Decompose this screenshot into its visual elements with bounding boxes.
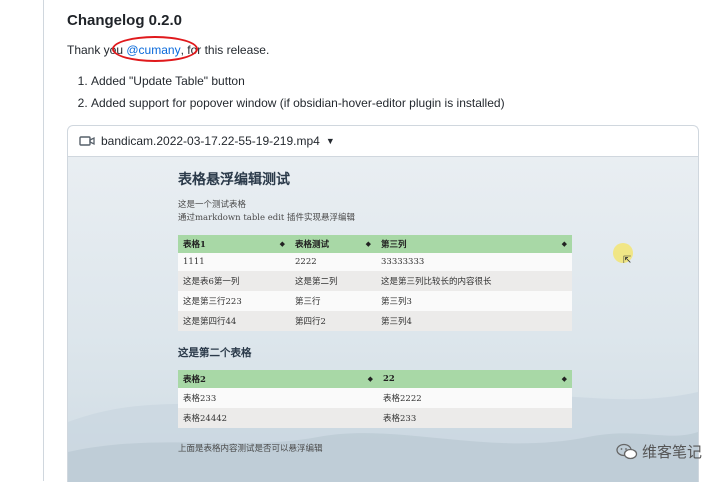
video-player[interactable]: 表格悬浮编辑测试 这是一个测试表格 通过markdown table edit … xyxy=(68,157,698,482)
table-row: 这是第三行223 第三行 第三列3 xyxy=(178,291,572,311)
table-cell[interactable]: 表格233 xyxy=(178,388,378,408)
list-item: Added support for popover window (if obs… xyxy=(91,92,505,114)
note-document: 表格悬浮编辑测试 这是一个测试表格 通过markdown table edit … xyxy=(178,169,578,454)
table-row: 表格24442 表格233 xyxy=(178,408,572,428)
release-title: Changelog 0.2.0 xyxy=(67,12,183,29)
timeline-rule xyxy=(43,0,44,481)
table-header[interactable]: 表格测试 ◆ xyxy=(290,235,376,253)
thanks-line: Thank you @cumany, for this release. xyxy=(67,36,269,62)
table-cell[interactable]: 第三列3 xyxy=(376,291,572,311)
table-row: 这是第四行44 第四行2 第三列4 xyxy=(178,311,572,331)
watermark-text: 维客笔记 xyxy=(641,443,702,461)
table-cell[interactable]: 这是第三列比较长的内容很长 xyxy=(376,271,572,291)
video-filename: bandicam.2022-03-17.22-55-19-219.mp4 xyxy=(101,134,320,148)
table-cell[interactable]: 这是第二列 xyxy=(290,271,376,291)
doc-title: 表格悬浮编辑测试 xyxy=(178,172,290,188)
table-cell[interactable]: 第三列4 xyxy=(376,311,572,331)
table-cell[interactable]: 这是第三行223 xyxy=(178,291,290,311)
doc-line: 通过markdown table edit 插件实现悬浮编辑 xyxy=(178,213,356,223)
video-attachment: bandicam.2022-03-17.22-55-19-219.mp4 ▼ 表… xyxy=(67,125,699,482)
chevron-down-icon[interactable]: ▼ xyxy=(326,136,335,146)
table-header[interactable]: 第三列 ◆ xyxy=(376,235,572,253)
list-item: Added "Update Table" button xyxy=(91,70,505,92)
table-cell[interactable]: 表格24442 xyxy=(178,408,378,428)
table-header[interactable]: 表格2 ◆ xyxy=(178,370,378,388)
table-two: 表格2 ◆ 22 ◆ 表格233 表格2222 表格24442 表格233 xyxy=(178,370,572,428)
table-one: 表格1 ◆ 表格测试 ◆ 第三列 ◆ 1111 2222 33333333 这是表6第… xyxy=(178,235,572,331)
table-cell[interactable]: 这是第四行44 xyxy=(178,311,290,331)
wechat-icon xyxy=(616,443,638,459)
table-cell[interactable]: 第四行2 xyxy=(290,311,376,331)
watermark: 维客笔记 xyxy=(616,441,702,462)
doc-line: 这是一个测试表格 xyxy=(178,200,247,210)
table-header[interactable]: 表格1 ◆ xyxy=(178,235,290,253)
table-cell[interactable]: 这是表6第一列 xyxy=(178,271,290,291)
table-cell[interactable]: 2222 xyxy=(290,253,376,271)
doc-footer: 上面是表格内容测试是否可以悬浮编辑 xyxy=(178,444,323,454)
table-header[interactable]: 22 ◆ xyxy=(378,370,572,388)
mouse-cursor-icon: ⇱ xyxy=(623,255,632,266)
red-circle-annotation xyxy=(112,36,199,62)
table-row: 这是表6第一列 这是第二列 这是第三列比较长的内容很长 xyxy=(178,271,572,291)
changelog-list: Added "Update Table" button Added suppor… xyxy=(67,70,505,114)
table-cell[interactable]: 表格2222 xyxy=(378,388,572,408)
video-camera-icon xyxy=(79,136,95,146)
table-row: 表格233 表格2222 xyxy=(178,388,572,408)
table-cell[interactable]: 表格233 xyxy=(378,408,572,428)
table-cell[interactable]: 33333333 xyxy=(376,253,572,271)
doc-subtitle: 这是第二个表格 xyxy=(178,347,252,359)
table-cell[interactable]: 1111 xyxy=(178,253,290,271)
video-header[interactable]: bandicam.2022-03-17.22-55-19-219.mp4 ▼ xyxy=(68,126,698,157)
table-row: 1111 2222 33333333 xyxy=(178,253,572,271)
mention-highlight: @cumany xyxy=(112,36,199,62)
table-cell[interactable]: 第三行 xyxy=(290,291,376,311)
